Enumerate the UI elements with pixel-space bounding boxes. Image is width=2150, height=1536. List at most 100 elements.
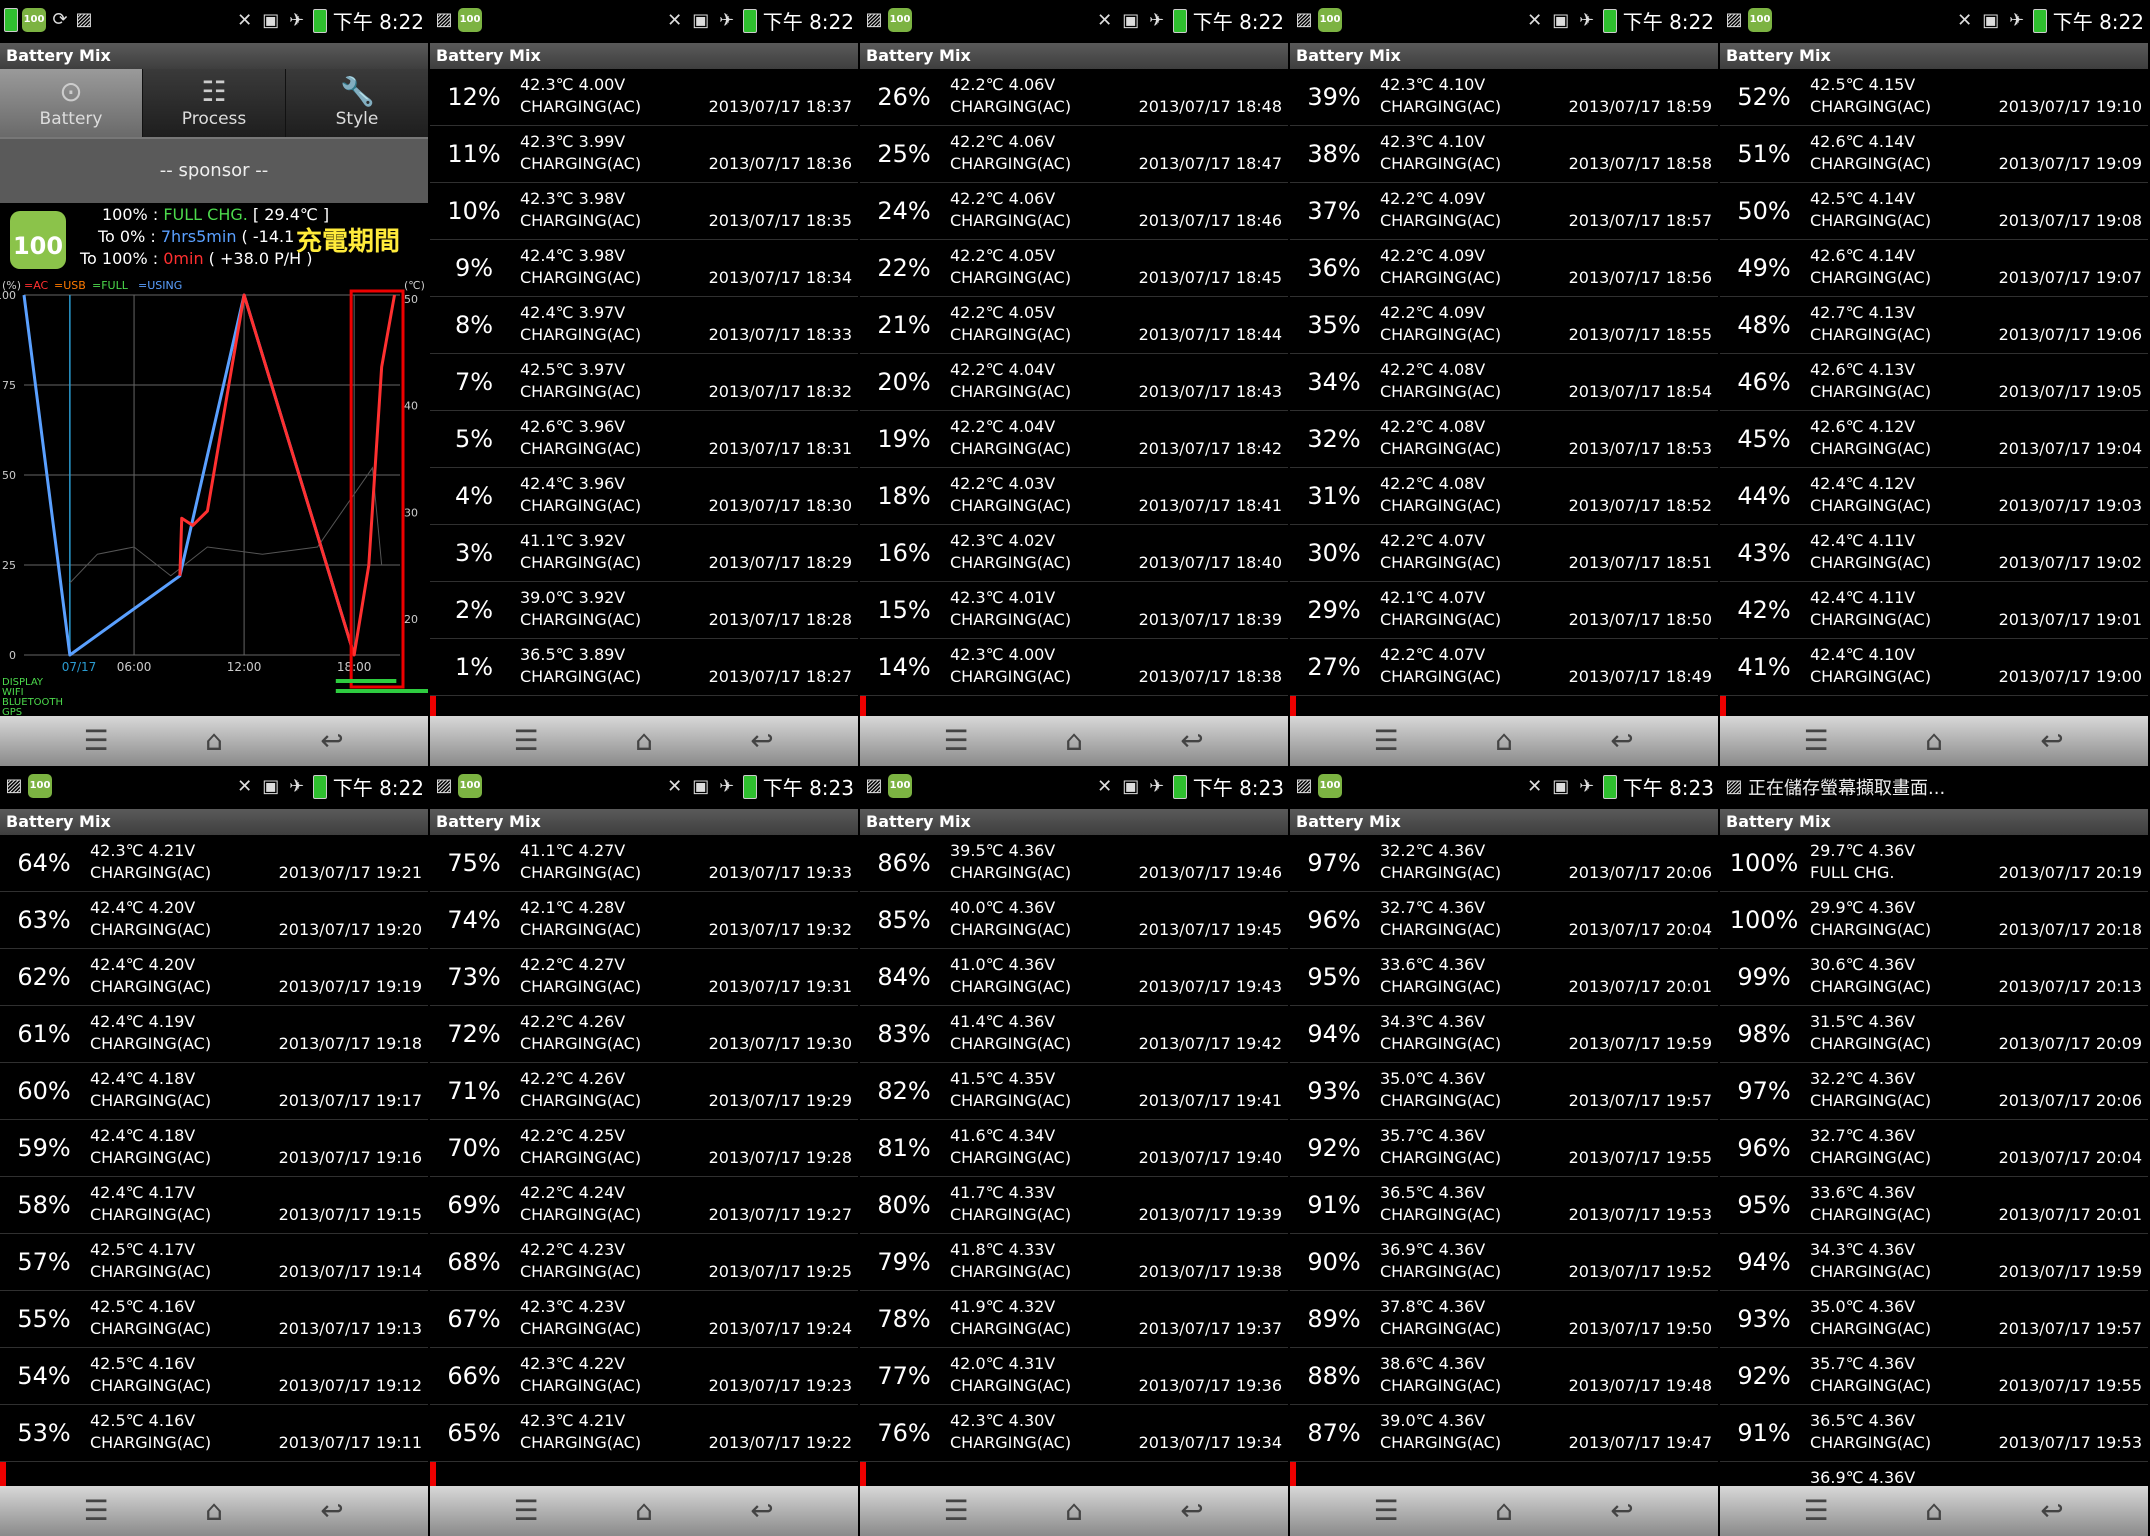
history-row[interactable]: 96% 32.7℃ 4.36V CHARGING(AC) 2013/07/17 … xyxy=(1720,1120,2148,1177)
history-row[interactable]: 98% 31.5℃ 4.36V CHARGING(AC) 2013/07/17 … xyxy=(1720,1006,2148,1063)
history-row[interactable]: 75% 41.1℃ 4.27V CHARGING(AC) 2013/07/17 … xyxy=(430,835,858,892)
history-row[interactable]: 92% 35.7℃ 4.36V CHARGING(AC) 2013/07/17 … xyxy=(1290,1120,1718,1177)
history-row[interactable]: 43% 42.4℃ 4.11V CHARGING(AC) 2013/07/17 … xyxy=(1720,525,2148,582)
history-row[interactable]: 35% 42.2℃ 4.09V CHARGING(AC) 2013/07/17 … xyxy=(1290,297,1718,354)
history-row[interactable]: 84% 41.0℃ 4.36V CHARGING(AC) 2013/07/17 … xyxy=(860,949,1288,1006)
history-row[interactable]: 18% 42.2℃ 4.03V CHARGING(AC) 2013/07/17 … xyxy=(860,468,1288,525)
battery-chart[interactable]: (%)(℃)=AC=USB=FULL=USING1007550250504030… xyxy=(0,277,428,723)
home-icon[interactable]: ⌂ xyxy=(1914,1494,1954,1528)
history-row[interactable]: 14% 42.3℃ 4.00V CHARGING(AC) 2013/07/17 … xyxy=(860,639,1288,696)
history-row[interactable]: 5% 42.6℃ 3.96V CHARGING(AC) 2013/07/17 1… xyxy=(430,411,858,468)
history-list[interactable]: CHARGING(AC) 2013/07/17 18:49 26% 42.2℃ … xyxy=(860,69,1288,716)
home-icon[interactable]: ⌂ xyxy=(1054,1494,1094,1528)
history-row[interactable]: 26% 42.2℃ 4.06V CHARGING(AC) 2013/07/17 … xyxy=(860,69,1288,126)
history-row[interactable]: 64% 42.3℃ 4.21V CHARGING(AC) 2013/07/17 … xyxy=(0,835,428,892)
menu-icon[interactable]: ☰ xyxy=(1366,1494,1406,1528)
back-icon[interactable]: ↩ xyxy=(1602,1494,1642,1528)
history-row[interactable]: 38% 42.3℃ 4.10V CHARGING(AC) 2013/07/17 … xyxy=(1290,126,1718,183)
history-row[interactable]: 57% 42.5℃ 4.17V CHARGING(AC) 2013/07/17 … xyxy=(0,1234,428,1291)
history-row[interactable]: 88% 38.6℃ 4.36V CHARGING(AC) 2013/07/17 … xyxy=(1290,1348,1718,1405)
history-row[interactable]: 30% 42.2℃ 4.07V CHARGING(AC) 2013/07/17 … xyxy=(1290,525,1718,582)
history-row[interactable]: 97% 32.2℃ 4.36V CHARGING(AC) 2013/07/17 … xyxy=(1290,835,1718,892)
history-row[interactable]: 22% 42.2℃ 4.05V CHARGING(AC) 2013/07/17 … xyxy=(860,240,1288,297)
history-row[interactable]: 11% 42.3℃ 3.99V CHARGING(AC) 2013/07/17 … xyxy=(430,126,858,183)
history-row[interactable]: 8% 42.4℃ 3.97V CHARGING(AC) 2013/07/17 1… xyxy=(430,297,858,354)
history-row[interactable]: 91% 36.5℃ 4.36V CHARGING(AC) 2013/07/17 … xyxy=(1290,1177,1718,1234)
history-row[interactable]: 87% 39.0℃ 4.36V CHARGING(AC) 2013/07/17 … xyxy=(1290,1405,1718,1462)
history-row[interactable]: 7% 42.5℃ 3.97V CHARGING(AC) 2013/07/17 1… xyxy=(430,354,858,411)
history-row[interactable]: 95% 33.6℃ 4.36V CHARGING(AC) 2013/07/17 … xyxy=(1290,949,1718,1006)
history-row[interactable]: 58% 42.4℃ 4.17V CHARGING(AC) 2013/07/17 … xyxy=(0,1177,428,1234)
history-row[interactable]: 74% 42.1℃ 4.28V CHARGING(AC) 2013/07/17 … xyxy=(430,892,858,949)
tab-style[interactable]: 🔧 Style xyxy=(286,69,428,137)
history-row[interactable]: 79% 41.8℃ 4.33V CHARGING(AC) 2013/07/17 … xyxy=(860,1234,1288,1291)
history-row[interactable]: 45% 42.6℃ 4.12V CHARGING(AC) 2013/07/17 … xyxy=(1720,411,2148,468)
history-row[interactable]: 31% 42.2℃ 4.08V CHARGING(AC) 2013/07/17 … xyxy=(1290,468,1718,525)
back-icon[interactable]: ↩ xyxy=(1602,724,1642,758)
history-row[interactable]: 53% 42.5℃ 4.16V CHARGING(AC) 2013/07/17 … xyxy=(0,1405,428,1462)
home-icon[interactable]: ⌂ xyxy=(1914,724,1954,758)
history-row[interactable]: 73% 42.2℃ 4.27V CHARGING(AC) 2013/07/17 … xyxy=(430,949,858,1006)
history-row[interactable]: 72% 42.2℃ 4.26V CHARGING(AC) 2013/07/17 … xyxy=(430,1006,858,1063)
history-row[interactable]: 3% 41.1℃ 3.92V CHARGING(AC) 2013/07/17 1… xyxy=(430,525,858,582)
history-list[interactable]: CHARGING(AC) 2013/07/17 19:11 52% 42.5℃ … xyxy=(1720,69,2148,716)
history-row[interactable]: 81% 41.6℃ 4.34V CHARGING(AC) 2013/07/17 … xyxy=(860,1120,1288,1177)
history-row[interactable]: 67% 42.3℃ 4.23V CHARGING(AC) 2013/07/17 … xyxy=(430,1291,858,1348)
history-row[interactable]: 41% 42.4℃ 4.10V CHARGING(AC) 2013/07/17 … xyxy=(1720,639,2148,696)
home-icon[interactable]: ⌂ xyxy=(1484,1494,1524,1528)
menu-icon[interactable]: ☰ xyxy=(76,1494,116,1528)
history-row[interactable]: 19% 42.2℃ 4.04V CHARGING(AC) 2013/07/17 … xyxy=(860,411,1288,468)
history-row[interactable]: 49% 42.6℃ 4.14V CHARGING(AC) 2013/07/17 … xyxy=(1720,240,2148,297)
history-row[interactable]: 95% 33.6℃ 4.36V CHARGING(AC) 2013/07/17 … xyxy=(1720,1177,2148,1234)
history-row[interactable]: 39% 42.3℃ 4.10V CHARGING(AC) 2013/07/17 … xyxy=(1290,69,1718,126)
history-row[interactable]: 99% 30.6℃ 4.36V CHARGING(AC) 2013/07/17 … xyxy=(1720,949,2148,1006)
history-row[interactable]: 24% 42.2℃ 4.06V CHARGING(AC) 2013/07/17 … xyxy=(860,183,1288,240)
history-row[interactable]: 51% 42.6℃ 4.14V CHARGING(AC) 2013/07/17 … xyxy=(1720,126,2148,183)
history-row[interactable]: 96% 32.7℃ 4.36V CHARGING(AC) 2013/07/17 … xyxy=(1290,892,1718,949)
home-icon[interactable]: ⌂ xyxy=(1054,724,1094,758)
history-row[interactable]: 55% 42.5℃ 4.16V CHARGING(AC) 2013/07/17 … xyxy=(0,1291,428,1348)
menu-icon[interactable]: ☰ xyxy=(506,724,546,758)
back-icon[interactable]: ↩ xyxy=(742,1494,782,1528)
back-icon[interactable]: ↩ xyxy=(1172,724,1212,758)
history-row[interactable]: 90% 36.9℃ 4.36V CHARGING(AC) 2013/07/17 … xyxy=(1290,1234,1718,1291)
history-row[interactable]: 91% 36.5℃ 4.36V CHARGING(AC) 2013/07/17 … xyxy=(1720,1405,2148,1462)
history-list[interactable]: 100% 29.7℃ 4.36V FULL CHG. 2013/07/17 20… xyxy=(1720,835,2148,1486)
history-row[interactable]: 68% 42.2℃ 4.23V CHARGING(AC) 2013/07/17 … xyxy=(430,1234,858,1291)
back-icon[interactable]: ↩ xyxy=(2032,1494,2072,1528)
history-list[interactable]: CHARGING(AC) 2013/07/17 19:34 75% 41.1℃ … xyxy=(430,835,858,1486)
home-icon[interactable]: ⌂ xyxy=(624,724,664,758)
history-row[interactable]: 4% 42.4℃ 3.96V CHARGING(AC) 2013/07/17 1… xyxy=(430,468,858,525)
history-row[interactable]: 97% 32.2℃ 4.36V CHARGING(AC) 2013/07/17 … xyxy=(1720,1063,2148,1120)
history-row[interactable]: 25% 42.2℃ 4.06V CHARGING(AC) 2013/07/17 … xyxy=(860,126,1288,183)
history-row[interactable]: 29% 42.1℃ 4.07V CHARGING(AC) 2013/07/17 … xyxy=(1290,582,1718,639)
history-row[interactable]: 63% 42.4℃ 4.20V CHARGING(AC) 2013/07/17 … xyxy=(0,892,428,949)
back-icon[interactable]: ↩ xyxy=(312,1494,352,1528)
home-icon[interactable]: ⌂ xyxy=(624,1494,664,1528)
history-row[interactable]: 71% 42.2℃ 4.26V CHARGING(AC) 2013/07/17 … xyxy=(430,1063,858,1120)
history-row[interactable]: 93% 35.0℃ 4.36V CHARGING(AC) 2013/07/17 … xyxy=(1720,1291,2148,1348)
history-row[interactable]: 69% 42.2℃ 4.24V CHARGING(AC) 2013/07/17 … xyxy=(430,1177,858,1234)
menu-icon[interactable]: ☰ xyxy=(936,724,976,758)
menu-icon[interactable]: ☰ xyxy=(506,1494,546,1528)
history-row[interactable]: 32% 42.2℃ 4.08V CHARGING(AC) 2013/07/17 … xyxy=(1290,411,1718,468)
history-row[interactable]: 76% 42.3℃ 4.30V CHARGING(AC) 2013/07/17 … xyxy=(860,1405,1288,1462)
history-row[interactable]: 42% 42.4℃ 4.11V CHARGING(AC) 2013/07/17 … xyxy=(1720,582,2148,639)
history-row[interactable]: 1% 36.5℃ 3.89V CHARGING(AC) 2013/07/17 1… xyxy=(430,639,858,696)
history-row[interactable]: 34% 42.2℃ 4.08V CHARGING(AC) 2013/07/17 … xyxy=(1290,354,1718,411)
history-row[interactable]: 27% 42.2℃ 4.07V CHARGING(AC) 2013/07/17 … xyxy=(1290,639,1718,696)
history-row[interactable]: 21% 42.2℃ 4.05V CHARGING(AC) 2013/07/17 … xyxy=(860,297,1288,354)
history-list[interactable]: CHARGING(AC) 2013/07/17 19:22 64% 42.3℃ … xyxy=(0,835,428,1486)
history-list[interactable]: CHARGING(AC) 2013/07/17 20:09 97% 32.2℃ … xyxy=(1290,835,1718,1486)
history-row[interactable]: 78% 41.9℃ 4.32V CHARGING(AC) 2013/07/17 … xyxy=(860,1291,1288,1348)
history-row[interactable]: 46% 42.6℃ 4.13V CHARGING(AC) 2013/07/17 … xyxy=(1720,354,2148,411)
history-row[interactable]: 61% 42.4℃ 4.19V CHARGING(AC) 2013/07/17 … xyxy=(0,1006,428,1063)
history-row[interactable]: 59% 42.4℃ 4.18V CHARGING(AC) 2013/07/17 … xyxy=(0,1120,428,1177)
history-row[interactable]: 37% 42.2℃ 4.09V CHARGING(AC) 2013/07/17 … xyxy=(1290,183,1718,240)
home-icon[interactable]: ⌂ xyxy=(194,724,234,758)
history-row[interactable]: 77% 42.0℃ 4.31V CHARGING(AC) 2013/07/17 … xyxy=(860,1348,1288,1405)
history-row[interactable]: 15% 42.3℃ 4.01V CHARGING(AC) 2013/07/17 … xyxy=(860,582,1288,639)
history-row[interactable]: 36.9℃ 4.36V xyxy=(1720,1462,2148,1486)
history-row[interactable]: 89% 37.8℃ 4.36V CHARGING(AC) 2013/07/17 … xyxy=(1290,1291,1718,1348)
tab-process[interactable]: ☷ Process xyxy=(143,69,286,137)
